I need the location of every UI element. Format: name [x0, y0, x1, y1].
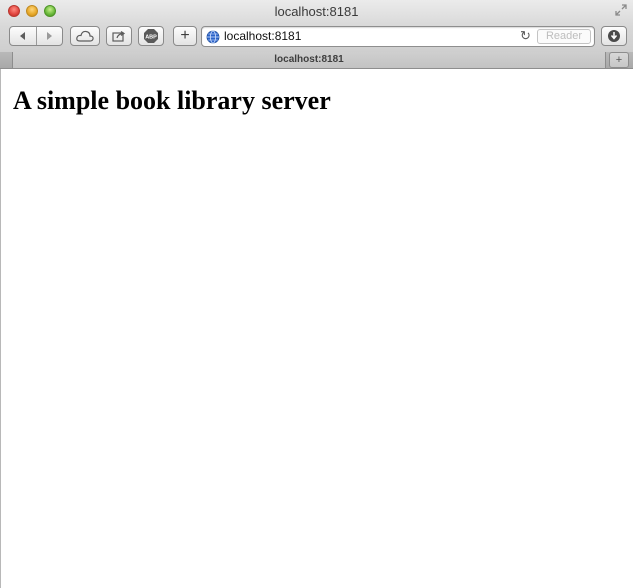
- browser-chrome: localhost:8181 ABP + localhost:8181 ↻ Re…: [0, 0, 633, 69]
- forward-arrow-icon: [47, 32, 53, 40]
- browser-window: localhost:8181 ABP + localhost:8181 ↻ Re…: [0, 0, 633, 588]
- downloads-icon: [608, 30, 620, 42]
- reader-button[interactable]: Reader: [537, 29, 591, 44]
- page-heading: A simple book library server: [13, 86, 331, 115]
- address-text[interactable]: localhost:8181: [224, 29, 301, 43]
- back-forward-control: [9, 26, 63, 46]
- globe-icon: [206, 30, 220, 44]
- toolbar: ABP + localhost:8181 ↻ Reader: [0, 26, 633, 52]
- reload-icon[interactable]: ↻: [520, 28, 531, 44]
- tab-bar: localhost:8181 +: [0, 52, 633, 68]
- downloads-button[interactable]: [601, 26, 627, 46]
- forward-button[interactable]: [35, 27, 63, 45]
- tab-title: localhost:8181: [274, 54, 344, 65]
- tab-localhost[interactable]: localhost:8181: [12, 52, 606, 68]
- cloud-icon: [76, 30, 94, 42]
- share-icon: [112, 31, 126, 42]
- fullscreen-icon[interactable]: [615, 4, 627, 16]
- adblock-label: ABP: [145, 35, 157, 41]
- back-arrow-icon: [19, 32, 25, 40]
- new-tab-button[interactable]: +: [609, 52, 629, 68]
- back-button[interactable]: [10, 27, 36, 45]
- adblock-button[interactable]: ABP: [138, 26, 164, 46]
- window-title: localhost:8181: [274, 4, 359, 19]
- address-bar[interactable]: localhost:8181 ↻ Reader: [201, 26, 595, 47]
- adblock-icon: ABP: [144, 29, 158, 43]
- page-content: A simple book library server: [0, 69, 633, 588]
- content-left-border: [0, 69, 1, 588]
- add-bookmark-button[interactable]: +: [173, 26, 197, 46]
- share-button[interactable]: [106, 26, 132, 46]
- icloud-tabs-button[interactable]: [70, 26, 100, 46]
